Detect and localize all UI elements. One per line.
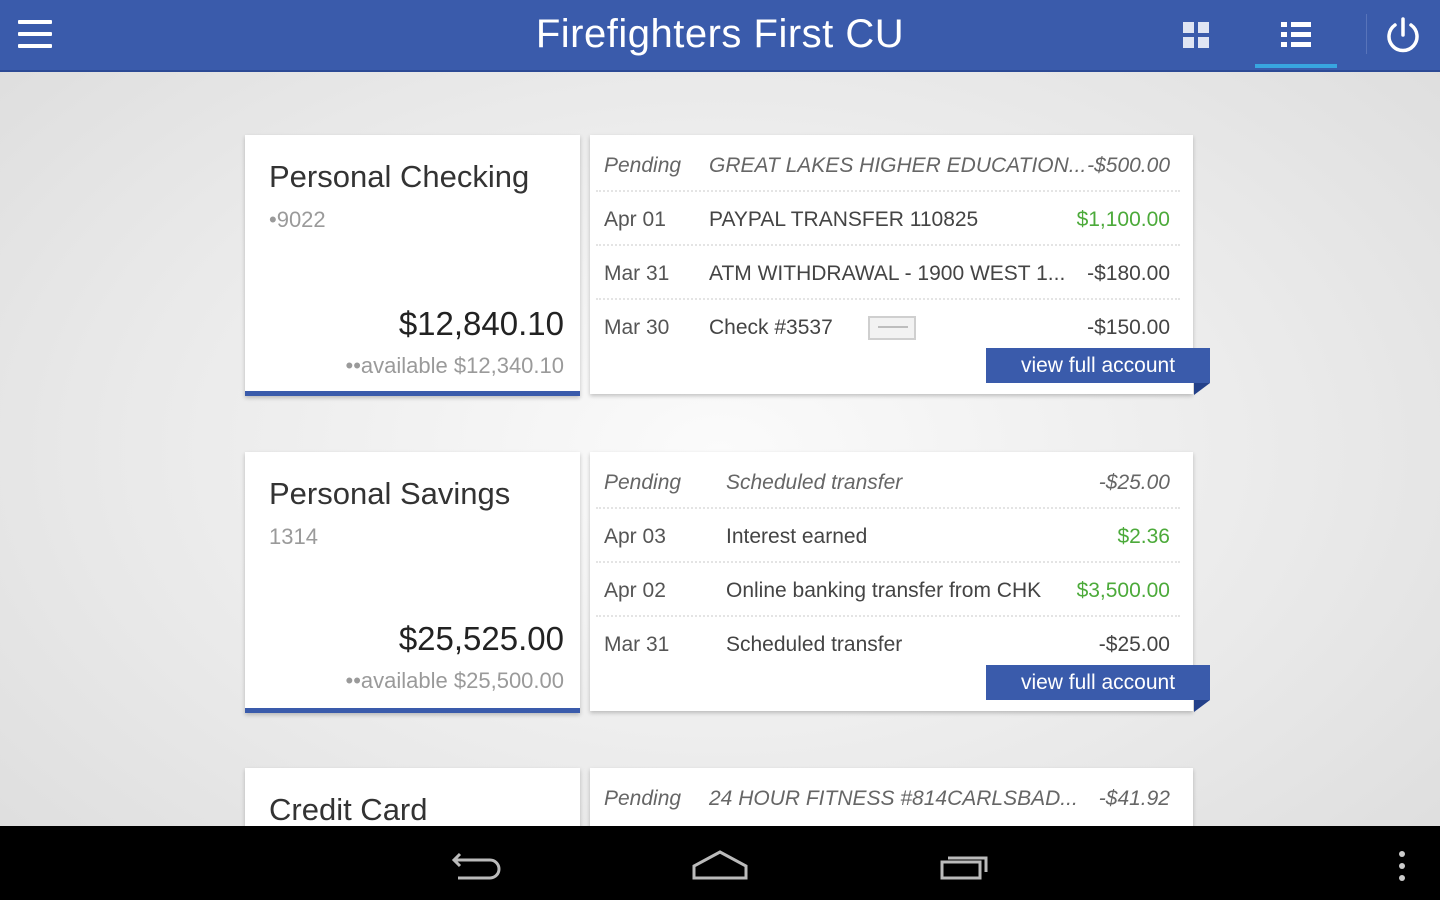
transaction-description: 24 HOUR FITNESS #814CARLSBAD... xyxy=(709,787,1078,810)
account-number: •9022 xyxy=(269,207,326,232)
transaction-description: Scheduled transfer xyxy=(726,471,903,494)
account-balance: $12,840.10 xyxy=(398,305,564,342)
view-full-account-button[interactable]: view full account xyxy=(986,665,1210,712)
transaction-amount: -$180.00 xyxy=(1087,262,1170,285)
transaction-date: Pending xyxy=(604,787,682,810)
power-icon[interactable] xyxy=(1378,10,1428,60)
recent-apps-icon[interactable] xyxy=(924,840,1004,886)
ribbon-fold xyxy=(1194,383,1210,395)
transaction-amount: -$41.92 xyxy=(1098,787,1170,810)
transaction-row[interactable]: Apr 01 PAYPAL TRANSFER 110825 $1,100.00 xyxy=(596,192,1180,246)
transaction-description: PAYPAL TRANSFER 110825 xyxy=(709,208,979,231)
transaction-amount: -$25.00 xyxy=(1098,633,1170,656)
account-card-checking[interactable]: Personal Checking •9022 $12,840.10 ••ava… xyxy=(245,135,580,396)
transaction-date: Mar 31 xyxy=(604,633,670,656)
transaction-row[interactable]: Mar 30 Check #3537 -$150.00 xyxy=(596,300,1180,354)
account-number: 1314 xyxy=(269,524,318,549)
transaction-amount: $3,500.00 xyxy=(1076,579,1170,602)
transaction-date: Mar 31 xyxy=(604,262,670,285)
grid-view-icon[interactable] xyxy=(1155,0,1237,68)
account-name: Personal Checking xyxy=(269,159,530,194)
transaction-row[interactable]: Apr 03 Interest earned $2.36 xyxy=(596,509,1180,563)
transaction-date: Pending xyxy=(604,471,682,494)
transaction-date: Pending xyxy=(604,154,682,177)
account-balance: $25,525.00 xyxy=(398,620,564,657)
transaction-date: Apr 02 xyxy=(604,579,666,602)
transaction-amount: -$150.00 xyxy=(1087,316,1170,339)
transaction-description: ATM WITHDRAWAL - 1900 WEST 1... xyxy=(709,262,1066,285)
check-image-icon[interactable] xyxy=(868,316,916,340)
view-full-account-label: view full account xyxy=(1020,671,1176,694)
view-full-account-label: view full account xyxy=(1020,354,1176,377)
transaction-row[interactable]: Apr 02 Online banking transfer from CHK … xyxy=(596,563,1180,617)
account-name: Credit Card xyxy=(269,792,428,827)
transaction-row[interactable]: Mar 31 Scheduled transfer -$25.00 xyxy=(596,617,1180,671)
view-full-account-button[interactable]: view full account xyxy=(986,348,1210,395)
transaction-row[interactable]: Mar 31 ATM WITHDRAWAL - 1900 WEST 1... -… xyxy=(596,246,1180,300)
transaction-amount: $2.36 xyxy=(1117,525,1170,548)
back-icon[interactable] xyxy=(438,840,518,886)
transaction-row[interactable]: Pending Scheduled transfer -$25.00 xyxy=(596,455,1180,509)
transaction-description: Online banking transfer from CHK xyxy=(726,579,1042,602)
transaction-amount: -$25.00 xyxy=(1098,471,1170,494)
list-view-icon[interactable] xyxy=(1255,0,1337,68)
system-nav-bar xyxy=(0,826,1440,900)
home-icon[interactable] xyxy=(680,840,760,886)
transaction-row[interactable]: Pending 24 HOUR FITNESS #814CARLSBAD... … xyxy=(596,771,1180,825)
transaction-description: Check #3537 xyxy=(709,316,833,339)
account-card-savings[interactable]: Personal Savings 1314 $25,525.00 ••avail… xyxy=(245,452,580,713)
available-balance: ••available $25,500.00 xyxy=(345,668,564,693)
transaction-row[interactable]: Pending GREAT LAKES HIGHER EDUCATION... … xyxy=(596,138,1180,192)
toolbar-divider xyxy=(1366,14,1367,54)
transaction-date: Apr 01 xyxy=(604,208,666,231)
transactions-card-savings: Pending Scheduled transfer -$25.00 Apr 0… xyxy=(590,452,1210,712)
transaction-description: Interest earned xyxy=(726,525,868,548)
transactions-card-checking: Pending GREAT LAKES HIGHER EDUCATION... … xyxy=(590,135,1210,395)
available-balance: ••available $12,340.10 xyxy=(345,353,564,378)
transaction-description: Scheduled transfer xyxy=(726,633,903,656)
app-bar: Firefighters First CU xyxy=(0,0,1440,72)
account-name: Personal Savings xyxy=(269,476,511,511)
transaction-date: Mar 30 xyxy=(604,316,670,339)
transaction-amount: -$500.00 xyxy=(1087,154,1170,177)
transaction-amount: $1,100.00 xyxy=(1076,208,1170,231)
transaction-description: GREAT LAKES HIGHER EDUCATION... xyxy=(709,154,1087,177)
ribbon-fold xyxy=(1194,700,1210,712)
overflow-menu-icon[interactable] xyxy=(1362,840,1422,886)
transaction-date: Apr 03 xyxy=(604,525,666,548)
